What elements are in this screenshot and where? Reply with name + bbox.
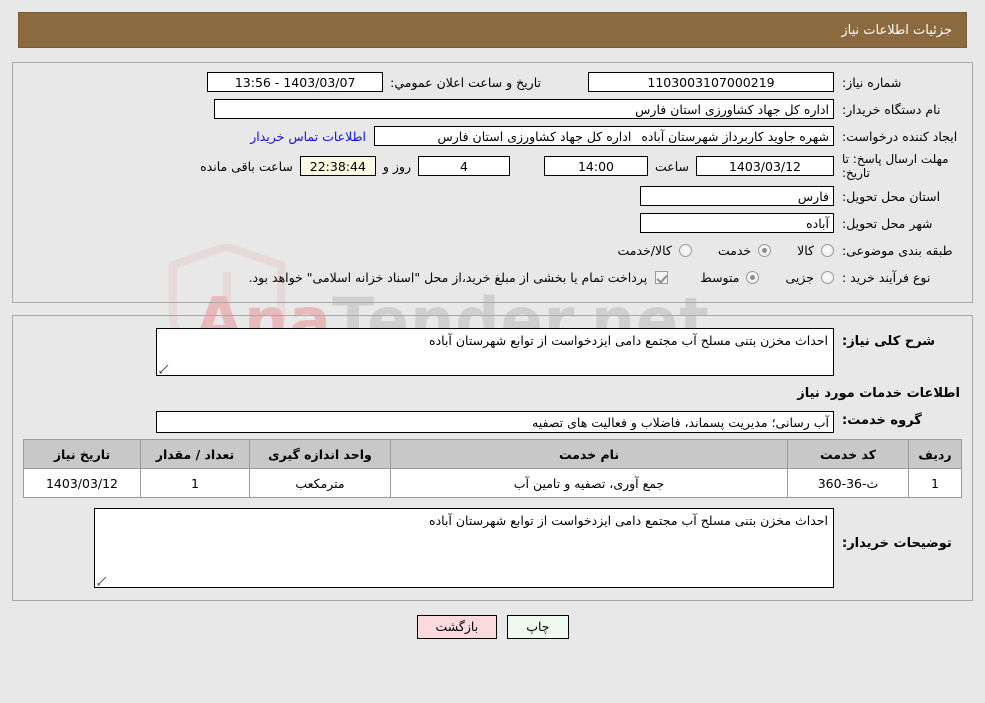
creator-org: اداره کل جهاد کشاورزی استان فارس xyxy=(437,129,632,144)
row-deadline: مهلت ارسال پاسخ: تا تاریخ: 1403/03/12 سا… xyxy=(23,152,962,180)
row-service-group: گروه خدمت: آب رسانی؛ مدیریت پسماند، فاضل… xyxy=(23,411,962,433)
category-option-service-label: خدمت xyxy=(717,242,752,258)
service-group-label: گروه خدمت: xyxy=(842,413,922,428)
row-buyer-notes: توضیحات خریدار: احداث مخزن بتنی مسلح آب … xyxy=(23,508,962,588)
cell-row-no: 1 xyxy=(908,468,962,498)
buyer-contact-link[interactable]: اطلاعات تماس خریدار xyxy=(242,129,374,144)
window-titlebar: جزئیات اطلاعات نیاز xyxy=(18,12,967,48)
cell-quantity: 1 xyxy=(140,468,250,498)
deadline-hour-label: ساعت xyxy=(654,158,689,174)
process-option-medium-label: متوسط xyxy=(700,269,740,285)
buyer-notes-label: توضیحات خریدار: xyxy=(842,536,952,551)
need-number-field: 1103003107000219 xyxy=(588,72,834,92)
province-label: استان محل تحویل: xyxy=(842,188,941,204)
back-button[interactable]: بازگشت xyxy=(416,615,498,639)
province-field: فارس xyxy=(640,186,834,206)
category-radio-group: کالا خدمت کالا/خدمت xyxy=(591,243,834,258)
general-description-value: احداث مخزن بتنی مسلح آب مجتمع دامی ایزدخ… xyxy=(429,333,828,348)
buyer-notes-value: احداث مخزن بتنی مسلح آب مجتمع دامی ایزدخ… xyxy=(429,513,828,528)
countdown-label: ساعت باقی مانده xyxy=(200,158,293,174)
category-option-service[interactable]: خدمت xyxy=(717,242,772,258)
buyer-notes-textarea[interactable]: احداث مخزن بتنی مسلح آب مجتمع دامی ایزدخ… xyxy=(94,508,834,588)
creator-name: شهره جاوید کاربرداز شهرستان آباده xyxy=(641,129,829,144)
general-description-textarea[interactable]: احداث مخزن بتنی مسلح آب مجتمع دامی ایزدخ… xyxy=(156,328,834,376)
days-left-field: 4 xyxy=(417,156,510,176)
category-option-goods-label: کالا xyxy=(797,242,814,258)
services-section-heading: اطلاعات خدمات مورد نیاز xyxy=(797,386,960,401)
radio-icon-goods[interactable] xyxy=(821,243,834,257)
category-option-goods-service[interactable]: کالا/خدمت xyxy=(617,242,692,258)
service-items-table: ردیف کد خدمت نام خدمت واحد اندازه گیری ت… xyxy=(23,439,962,498)
radio-icon-service[interactable] xyxy=(758,243,772,257)
process-radio-group: جزیی متوسط xyxy=(674,270,834,285)
cell-service-code: ث-36-360 xyxy=(787,468,909,498)
treasury-bond-checkbox-wrap[interactable]: پرداخت تمام یا بخشی از مبلغ خرید،از محل … xyxy=(249,270,669,285)
category-option-goods-service-label: کالا/خدمت xyxy=(617,242,672,258)
row-province: استان محل تحویل: فارس xyxy=(23,185,962,207)
col-unit: واحد اندازه گیری xyxy=(249,439,391,469)
process-option-minor[interactable]: جزیی xyxy=(785,270,834,285)
resize-grip-icon-notes xyxy=(97,576,107,586)
table-header-row: ردیف کد خدمت نام خدمت واحد اندازه گیری ت… xyxy=(23,439,962,469)
days-left-label: روز و xyxy=(382,158,411,174)
buyer-org-field: اداره کل جهاد کشاورزی استان فارس xyxy=(214,99,834,119)
process-option-medium[interactable]: متوسط xyxy=(700,269,760,285)
row-city: شهر محل تحویل: آباده xyxy=(23,212,962,234)
row-buyer-org: نام دستگاه خریدار: اداره کل جهاد کشاورزی… xyxy=(23,98,962,120)
col-quantity: تعداد / مقدار xyxy=(140,439,250,469)
cell-unit: مترمکعب xyxy=(249,468,391,498)
treasury-bond-note: پرداخت تمام یا بخشی از مبلغ خرید،از محل … xyxy=(248,269,648,285)
need-info-panel: شماره نیاز: 1103003107000219 تاریخ و ساع… xyxy=(12,62,973,303)
deadline-label: مهلت ارسال پاسخ: تا تاریخ: xyxy=(842,152,949,180)
radio-icon-medium[interactable] xyxy=(746,270,760,284)
page-root: جزئیات اطلاعات نیاز شماره نیاز: 11030031… xyxy=(0,12,985,639)
city-label: شهر محل تحویل: xyxy=(842,215,933,231)
creator-field: شهره جاوید کاربرداز شهرستان آباده اداره … xyxy=(374,126,834,146)
checkbox-icon-treasury-bond[interactable] xyxy=(655,270,669,284)
category-label: طبقه بندی موضوعی: xyxy=(842,242,953,258)
resize-grip-icon xyxy=(159,364,169,374)
col-need-date: تاریخ نیاز xyxy=(23,439,141,469)
general-description-label: شرح کلی نیاز: xyxy=(842,334,936,349)
col-row-no: ردیف xyxy=(908,439,962,469)
row-general-description: شرح کلی نیاز: احداث مخزن بتنی مسلح آب مج… xyxy=(23,328,962,376)
category-option-goods[interactable]: کالا xyxy=(797,243,834,258)
process-label: نوع فرآیند خرید : xyxy=(842,269,931,285)
cell-service-name: جمع آوری، تصفیه و تامین آب xyxy=(390,468,788,498)
description-panel: شرح کلی نیاز: احداث مخزن بتنی مسلح آب مج… xyxy=(12,315,973,601)
row-purchase-process: نوع فرآیند خرید : جزیی متوسط پرداخت تمام… xyxy=(23,266,962,288)
announce-label: تاریخ و ساعت اعلان عمومي: xyxy=(390,74,541,90)
service-group-field: آب رسانی؛ مدیریت پسماند، فاضلاب و فعالیت… xyxy=(156,411,834,433)
buyer-org-label: نام دستگاه خریدار: xyxy=(842,101,941,117)
cell-need-date: 1403/03/12 xyxy=(23,468,141,498)
print-button[interactable]: چاپ xyxy=(507,615,569,639)
radio-icon-minor[interactable] xyxy=(821,270,834,284)
need-number-label: شماره نیاز: xyxy=(842,74,902,90)
radio-icon-goods-service[interactable] xyxy=(678,243,692,257)
row-creator: ایجاد کننده درخواست: شهره جاوید کاربرداز… xyxy=(23,125,962,147)
row-need-number: شماره نیاز: 1103003107000219 تاریخ و ساع… xyxy=(23,71,962,93)
creator-label: ایجاد کننده درخواست: xyxy=(842,128,958,144)
city-field: آباده xyxy=(640,213,834,233)
table-row: 1 ث-36-360 جمع آوری، تصفیه و تامین آب مت… xyxy=(23,468,962,498)
col-service-code: کد خدمت xyxy=(787,439,909,469)
announce-datetime-field: 1403/03/07 - 13:56 xyxy=(207,72,384,92)
countdown-field: 22:38:44 xyxy=(299,156,376,176)
deadline-time-field: 14:00 xyxy=(543,156,648,176)
process-option-minor-label: جزیی xyxy=(785,269,814,285)
col-service-name: نام خدمت xyxy=(390,439,788,469)
row-category: طبقه بندی موضوعی: کالا خدمت کالا/خدمت xyxy=(23,239,962,261)
footer-button-bar: چاپ بازگشت xyxy=(0,615,985,639)
deadline-date-field: 1403/03/12 xyxy=(696,156,834,176)
page-title: جزئیات اطلاعات نیاز xyxy=(841,22,952,38)
